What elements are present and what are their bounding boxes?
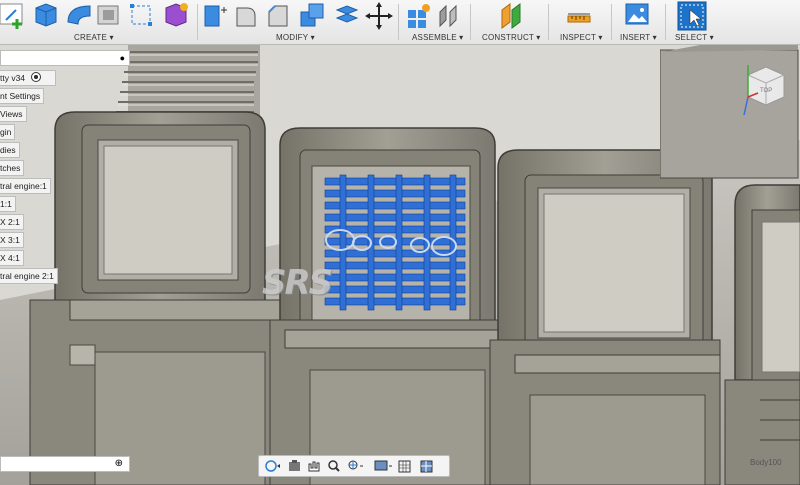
inspect-icons xyxy=(567,13,591,23)
combine-icon[interactable] xyxy=(300,3,324,27)
navigation-tools xyxy=(265,460,433,473)
select-icons xyxy=(677,1,707,31)
browser-item-label: tches xyxy=(0,163,21,173)
browser-item-central-engine-1[interactable]: tral engine:1 xyxy=(0,178,51,194)
select-group: SELECT ▾ xyxy=(670,0,718,44)
modify-menu[interactable]: MODIFY ▾ xyxy=(276,33,315,42)
separator xyxy=(611,4,612,40)
inspect-group: INSPECT ▾ xyxy=(554,0,608,44)
modify-icons xyxy=(204,2,393,30)
construct-menu[interactable]: CONSTRUCT ▾ xyxy=(482,33,541,42)
display-settings-icon[interactable] xyxy=(374,460,392,471)
separator xyxy=(470,4,471,40)
browser-item-x-2-1[interactable]: X 2:1 xyxy=(0,214,24,230)
browser-item-x-4-1[interactable]: X 4:1 xyxy=(0,250,24,266)
viewcube[interactable]: TOP xyxy=(659,45,800,180)
add-comment-icon[interactable]: ⊕ xyxy=(115,457,123,471)
construct-icons xyxy=(501,3,521,29)
assemble-group: ASSEMBLE ▾ xyxy=(404,0,468,44)
capture-position-icon[interactable] xyxy=(289,460,300,471)
zoom-icon[interactable] xyxy=(328,460,340,472)
document-title: tty v34 xyxy=(0,73,26,83)
rectangle-select-icon[interactable] xyxy=(130,4,152,26)
inspect-menu[interactable]: INSPECT ▾ xyxy=(560,33,603,42)
browser-item-settings[interactable]: nt Settings xyxy=(0,88,45,104)
viewports-icon[interactable] xyxy=(420,460,433,473)
browser-item-label: 1:1 xyxy=(0,199,12,209)
comments-panel[interactable]: ⊕ xyxy=(0,456,130,472)
toolbar: CREATE ▾ MODIFY ▾ ASSEMBLE ▾ CONSTRUCT ▾ xyxy=(0,0,800,45)
watermark-logo: SRS xyxy=(262,263,333,303)
chamfer-icon[interactable] xyxy=(268,5,288,27)
browser-item-label: tral engine 2:1 xyxy=(0,271,54,281)
insert-group: INSERT ▾ xyxy=(616,0,662,44)
navigation-bar xyxy=(258,455,450,477)
viewcube-face-label[interactable]: TOP xyxy=(760,88,772,94)
separator xyxy=(548,4,549,40)
select-menu[interactable]: SELECT ▾ xyxy=(675,33,714,42)
insert-image-icon[interactable] xyxy=(625,3,649,25)
create-group: CREATE ▾ xyxy=(0,0,195,44)
new-component-icon[interactable] xyxy=(408,4,430,28)
modify-group: MODIFY ▾ xyxy=(203,0,395,44)
shell-icon[interactable] xyxy=(97,5,119,25)
browser-item-label: nt Settings xyxy=(0,91,41,101)
browser-close-icon[interactable]: ● xyxy=(120,51,125,65)
separator xyxy=(197,4,198,40)
insert-icons xyxy=(625,3,649,25)
measure-icon[interactable] xyxy=(567,13,591,23)
housing-module-4[interactable] xyxy=(724,184,800,485)
pan-icon[interactable] xyxy=(308,461,320,472)
press-pull-icon[interactable] xyxy=(204,5,227,27)
select-icon[interactable] xyxy=(677,1,707,31)
joint-icon[interactable] xyxy=(439,4,457,28)
move-icon[interactable] xyxy=(365,2,393,30)
browser-item-central-engine-2[interactable]: tral engine 2:1 xyxy=(0,268,58,284)
browser-item-label: Views xyxy=(0,109,23,119)
browser-root-item[interactable]: tty v34 xyxy=(0,70,56,86)
browser-item-label: tral engine:1 xyxy=(0,181,47,191)
housing-module-1[interactable] xyxy=(29,111,281,485)
pipe-icon[interactable] xyxy=(67,5,91,25)
box-icon[interactable] xyxy=(35,3,57,27)
viewcube-graphic xyxy=(659,45,799,179)
housing-module-3[interactable] xyxy=(489,149,721,485)
browser-item-label: X 3:1 xyxy=(0,235,20,245)
offset-icon[interactable] xyxy=(335,5,359,23)
browser-item-views[interactable]: Views xyxy=(0,106,27,122)
browser-item-x-3-1[interactable]: X 3:1 xyxy=(0,232,24,248)
create-icons xyxy=(0,3,188,29)
browser-item-origin[interactable]: gin xyxy=(0,124,16,140)
browser-header: ● xyxy=(0,50,130,66)
create-menu[interactable]: CREATE ▾ xyxy=(74,33,114,42)
insert-menu[interactable]: INSERT ▾ xyxy=(620,33,657,42)
assemble-icons xyxy=(408,4,457,28)
construct-group: CONSTRUCT ▾ xyxy=(476,0,546,44)
housing-module-2[interactable] xyxy=(269,127,501,485)
separator xyxy=(665,4,666,40)
activate-radio-icon[interactable] xyxy=(31,72,42,82)
browser-item-1-1[interactable]: 1:1 xyxy=(0,196,16,212)
fillet-icon[interactable] xyxy=(236,7,256,27)
body-label: Body100 xyxy=(750,458,782,467)
browser-item-bodies[interactable]: dies xyxy=(0,142,20,158)
browser-item-label: dies xyxy=(0,145,16,155)
form-icon[interactable] xyxy=(165,3,188,27)
separator xyxy=(398,4,399,40)
browser-item-sketches[interactable]: tches xyxy=(0,160,25,176)
grid-settings-icon[interactable] xyxy=(398,460,411,473)
offset-plane-icon[interactable] xyxy=(501,3,521,29)
assemble-menu[interactable]: ASSEMBLE ▾ xyxy=(412,33,463,42)
browser-item-label: gin xyxy=(0,127,12,137)
browser-item-label: X 4:1 xyxy=(0,253,20,263)
browser-item-label: X 2:1 xyxy=(0,217,20,227)
fit-icon[interactable] xyxy=(348,460,363,470)
sketch-icon[interactable] xyxy=(0,3,23,29)
orbit-icon[interactable] xyxy=(265,460,280,472)
